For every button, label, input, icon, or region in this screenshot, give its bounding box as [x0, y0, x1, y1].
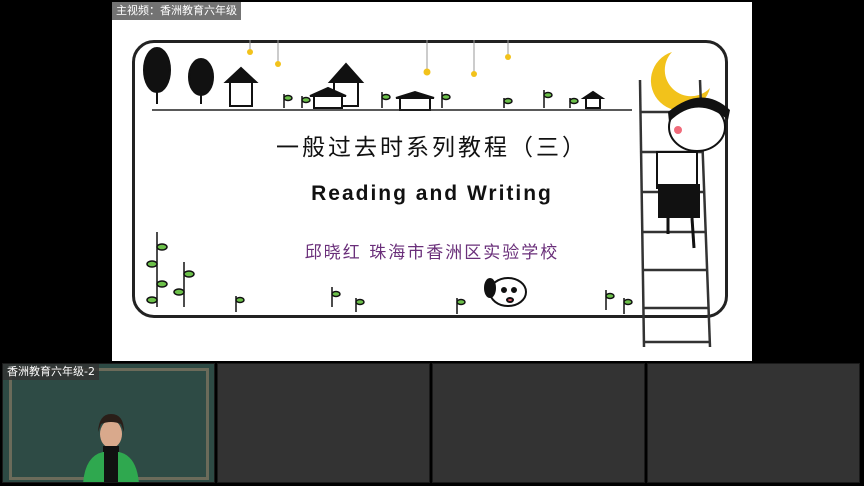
- main-video-view[interactable]: 主视频：香洲教育六年级 一般过去时系列教程（三） Reading and Wri…: [112, 2, 752, 361]
- main-video-label: 主视频：香洲教育六年级: [112, 2, 241, 20]
- participant-tile[interactable]: 香洲教育六年级-2: [2, 363, 215, 483]
- participant-label: [648, 364, 656, 366]
- participant-label: [433, 364, 441, 366]
- empty-participant-tile[interactable]: [647, 363, 860, 483]
- slide-title: 一般过去时系列教程（三）: [276, 135, 588, 161]
- empty-participant-tile[interactable]: [432, 363, 645, 483]
- slide-author: 邱晓红 珠海市香洲区实验学校: [304, 243, 560, 263]
- participant-label: [218, 364, 226, 366]
- dog-icon: [484, 277, 527, 307]
- participant-strip: 香洲教育六年级-2: [2, 363, 862, 484]
- star-icon: [247, 40, 511, 77]
- presenter-video: [83, 414, 139, 482]
- tree-icon: [143, 47, 214, 104]
- slide-subtitle: Reading and Writing: [311, 182, 553, 205]
- house-icon: [223, 62, 606, 111]
- participant-label: 香洲教育六年级-2: [3, 364, 99, 380]
- empty-participant-tile[interactable]: [217, 363, 430, 483]
- girl-illustration: [656, 97, 730, 249]
